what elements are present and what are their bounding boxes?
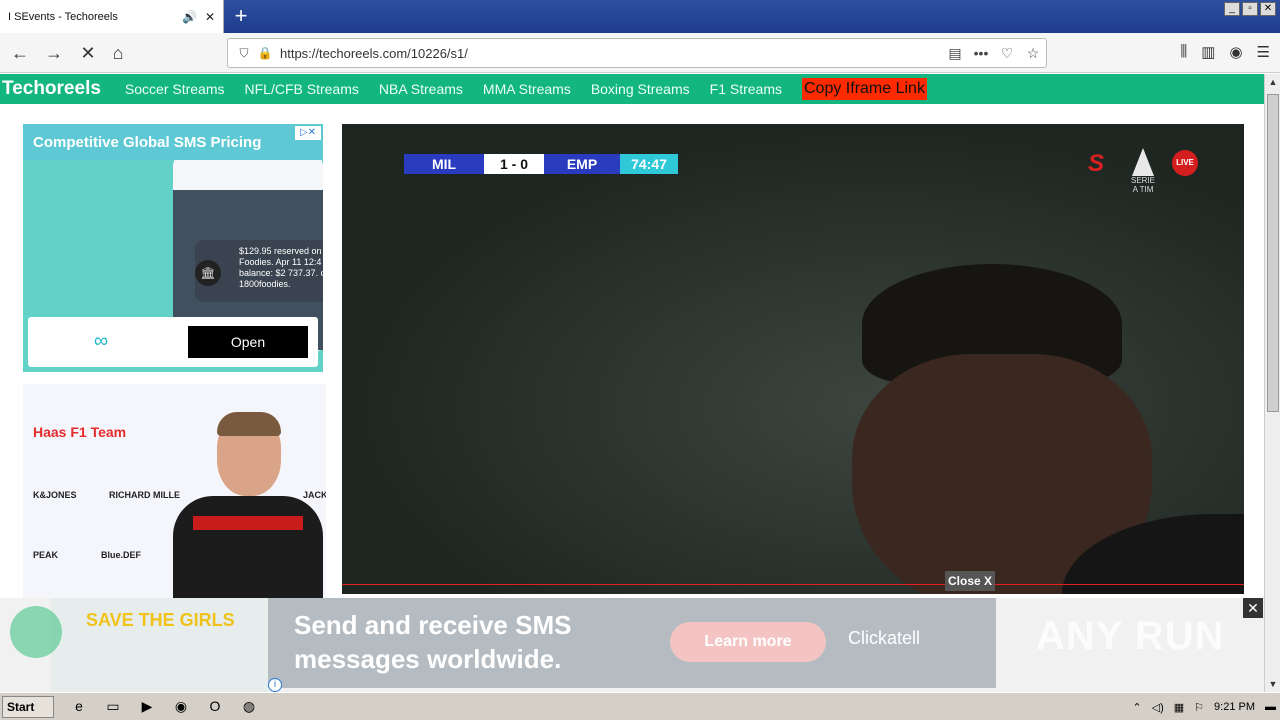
show-desktop-icon[interactable]: ▬ <box>1265 701 1276 713</box>
live-badge: LIVE <box>1172 150 1198 176</box>
library-icon[interactable]: ⫼ <box>1180 43 1187 61</box>
network-icon[interactable]: ▦ <box>1174 701 1184 714</box>
url-text[interactable]: https://techoreels.com/10226/s1/ <box>276 46 942 61</box>
speaker-icon[interactable]: 🔊 <box>182 10 197 24</box>
flag-icon[interactable]: ⚐ <box>1194 701 1204 714</box>
lock-icon[interactable]: 🔒 <box>254 46 276 60</box>
haas-ad[interactable]: Haas F1 Team K&JONES RICHARD MILLE PEAK … <box>23 384 326 599</box>
page-content: Techoreels Soccer Streams NFL/CFB Stream… <box>0 74 1264 692</box>
match-score: 1 - 0 <box>484 154 544 174</box>
chrome-icon[interactable]: ◉ <box>172 696 190 716</box>
menu-icon[interactable]: ☰ <box>1257 43 1270 61</box>
media-player-icon[interactable]: ▶ <box>138 696 156 716</box>
nav-boxing[interactable]: Boxing Streams <box>591 81 690 97</box>
sponsor-richard-mille: RICHARD MILLE <box>109 490 180 500</box>
scroll-down-icon[interactable]: ▼ <box>1265 676 1280 692</box>
bank-icon: 🏛 <box>195 260 221 286</box>
sms-ad[interactable]: Competitive Global SMS Pricing ▷✕ $129.9… <box>23 124 323 372</box>
sponsor-bluedef: Blue.DEF <box>101 550 142 560</box>
scoreboard: MIL 1 - 0 EMP 74:47 <box>404 154 678 174</box>
video-player[interactable]: MIL 1 - 0 EMP 74:47 S SERIE A TIM LIVE <box>342 124 1244 594</box>
driver-photo <box>173 406 323 599</box>
tray-arrow-icon[interactable]: ⌃ <box>1132 701 1141 714</box>
close-tab-icon[interactable]: ✕ <box>205 10 215 24</box>
pocket-icon[interactable]: ♡ <box>994 45 1020 62</box>
scroll-thumb[interactable] <box>1267 94 1279 412</box>
nav-toolbar: ← → ✕ ⌂ ⛉ 🔒 https://techoreels.com/10226… <box>0 33 1280 73</box>
sponsor-kjones: K&JONES <box>33 490 77 500</box>
save-the-girls-text: SAVE THE GIRLS <box>86 610 235 630</box>
page-actions-icon[interactable]: ••• <box>968 45 994 61</box>
new-tab-button[interactable]: + <box>228 2 254 30</box>
tab-bar: I SEvents - Techoreels 🔊 ✕ + _ ▫ ✕ <box>0 0 1280 33</box>
learn-more-button[interactable]: Learn more <box>670 622 826 662</box>
site-brand[interactable]: Techoreels <box>0 78 101 100</box>
save-the-girls-ad[interactable]: SAVE THE GIRLS <box>10 598 268 692</box>
restore-button[interactable]: ▫ <box>1242 2 1258 16</box>
address-bar[interactable]: ⛉ 🔒 https://techoreels.com/10226/s1/ ▤ •… <box>227 38 1047 68</box>
clickatell-logo: Clickatell <box>848 628 921 648</box>
opera-icon[interactable]: O <box>206 696 224 716</box>
page-scrollbar[interactable]: ▲ ▼ <box>1264 74 1280 692</box>
sponsor-peak: PEAK <box>33 550 59 560</box>
home-team: MIL <box>404 154 484 174</box>
nav-mma[interactable]: MMA Streams <box>483 81 571 97</box>
nav-nfl[interactable]: NFL/CFB Streams <box>245 81 359 97</box>
system-clock: 9:21 PM <box>1214 701 1255 713</box>
site-navigation: Techoreels Soccer Streams NFL/CFB Stream… <box>0 74 1264 104</box>
bookmark-star-icon[interactable]: ☆ <box>1020 45 1046 62</box>
ad-choices-icon[interactable]: ▷✕ <box>295 126 321 140</box>
toolbar-right: ⫼ ▥ ◉ ☰ <box>1180 43 1270 61</box>
minimize-button[interactable]: _ <box>1224 2 1240 16</box>
nav-nba[interactable]: NBA Streams <box>379 81 463 97</box>
home-button[interactable]: ⌂ <box>104 39 132 67</box>
close-overlay-button[interactable]: Close X <box>945 571 995 591</box>
match-clock: 74:47 <box>620 154 678 174</box>
sidebar-icon[interactable]: ▥ <box>1201 43 1215 61</box>
close-window-button[interactable]: ✕ <box>1260 2 1276 16</box>
browser-tab[interactable]: I SEvents - Techoreels 🔊 ✕ <box>0 0 224 33</box>
video-progress[interactable] <box>342 584 1244 585</box>
reader-view-icon[interactable]: ▤ <box>942 45 968 62</box>
folder-icon[interactable]: ▭ <box>104 696 122 716</box>
serie-a-logo: SERIE A TIM <box>1128 148 1158 194</box>
quick-launch: e ▭ ▶ ◉ O ◍ <box>70 696 258 716</box>
bottom-ad-banner[interactable]: SAVE THE GIRLS Send and receive SMS mess… <box>0 598 1264 692</box>
nav-soccer[interactable]: Soccer Streams <box>125 81 225 97</box>
open-button[interactable]: Open <box>188 326 308 358</box>
anyrun-watermark: ANY RUN <box>1036 614 1225 658</box>
account-icon[interactable]: ◉ <box>1229 43 1242 61</box>
ad-headline: Competitive Global SMS Pricing <box>23 124 323 160</box>
scroll-up-icon[interactable]: ▲ <box>1265 74 1280 90</box>
ad-bottom-bar: ∞ Open <box>28 317 318 367</box>
close-banner-icon[interactable]: ✕ <box>1243 598 1263 618</box>
firefox-icon[interactable]: ◍ <box>240 696 258 716</box>
start-button[interactable]: Start <box>2 696 54 718</box>
away-team: EMP <box>544 154 620 174</box>
back-button[interactable]: ← <box>6 39 34 67</box>
ad-info-icon[interactable]: i <box>268 678 282 692</box>
volume-icon[interactable]: ◁) <box>1152 701 1164 714</box>
ie-icon[interactable]: e <box>70 696 88 716</box>
stop-button[interactable]: ✕ <box>74 39 102 67</box>
ad-message: Send and receive SMS messages worldwide. <box>294 610 572 674</box>
system-tray: ⌃ ◁) ▦ ⚐ 9:21 PM ▬ <box>1132 696 1276 718</box>
tab-title: I SEvents - Techoreels <box>8 10 118 23</box>
supersport-logo-icon: S <box>1088 150 1105 177</box>
window-controls: _ ▫ ✕ <box>1224 2 1276 16</box>
taskbar: Start e ▭ ▶ ◉ O ◍ ⌃ ◁) ▦ ⚐ 9:21 PM ▬ <box>0 692 1280 720</box>
moon-icon <box>10 606 62 658</box>
copy-iframe-button[interactable]: Copy Iframe Link <box>802 78 927 100</box>
nav-f1[interactable]: F1 Streams <box>710 81 782 97</box>
shield-icon[interactable]: ⛉ <box>234 46 254 61</box>
sponsor-haas: Haas F1 Team <box>33 424 127 440</box>
infinity-logo-icon: ∞ <box>93 330 109 352</box>
clickatell-ad[interactable]: Send and receive SMS messages worldwide.… <box>268 598 996 688</box>
forward-button[interactable]: → <box>40 39 68 67</box>
